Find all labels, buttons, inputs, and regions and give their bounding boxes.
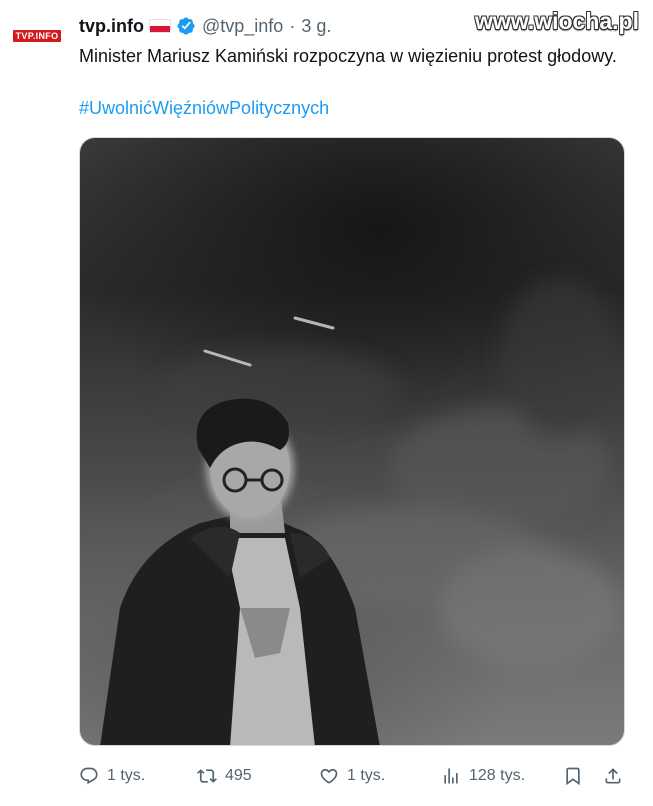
- tweet-header: tvp.info @tvp_info · 3 g.: [79, 13, 331, 39]
- tvp-info-logo: TVP.INFO: [12, 30, 62, 42]
- tweet-photo[interactable]: [79, 137, 625, 746]
- repost-icon: [197, 769, 217, 783]
- like-count: 1 tys.: [347, 767, 386, 784]
- like-button[interactable]: 1 tys.: [319, 762, 385, 790]
- hashtag-link[interactable]: #UwolnićWięźniówPolitycznych: [79, 95, 329, 121]
- separator-dot: ·: [289, 15, 296, 36]
- repost-button[interactable]: 495: [197, 762, 252, 790]
- reply-count: 1 tys.: [107, 767, 146, 784]
- handle[interactable]: @tvp_info: [202, 16, 283, 37]
- tweet-text: Minister Mariusz Kamiński rozpoczyna w w…: [79, 46, 617, 66]
- watermark: www.wiocha.pl: [475, 8, 639, 34]
- avatar[interactable]: TVP.INFO: [10, 28, 64, 44]
- share-button[interactable]: [603, 762, 623, 790]
- timestamp[interactable]: 3 g.: [301, 16, 331, 37]
- reply-button[interactable]: 1 tys.: [79, 762, 145, 790]
- reply-icon: [80, 767, 98, 785]
- display-name[interactable]: tvp.info: [79, 16, 144, 37]
- bookmark-icon: [566, 767, 580, 786]
- person-figure: [100, 398, 380, 745]
- views-button[interactable]: 128 tys.: [441, 762, 525, 790]
- repost-count: 495: [225, 767, 252, 784]
- action-bar: 1 tys. 495 1 tys. 128 tys.: [79, 762, 631, 790]
- views-count: 128 tys.: [469, 767, 526, 784]
- bookmark-button[interactable]: [563, 762, 583, 790]
- like-icon: [320, 768, 338, 784]
- share-icon: [605, 768, 621, 784]
- photo-illustration: [100, 278, 620, 745]
- tweet: TVP.INFO tvp.info @tvp_info · 3 g. www.w…: [0, 0, 653, 806]
- poland-flag-icon: [149, 19, 171, 33]
- verified-badge-icon[interactable]: [176, 16, 196, 36]
- views-icon: [444, 768, 458, 784]
